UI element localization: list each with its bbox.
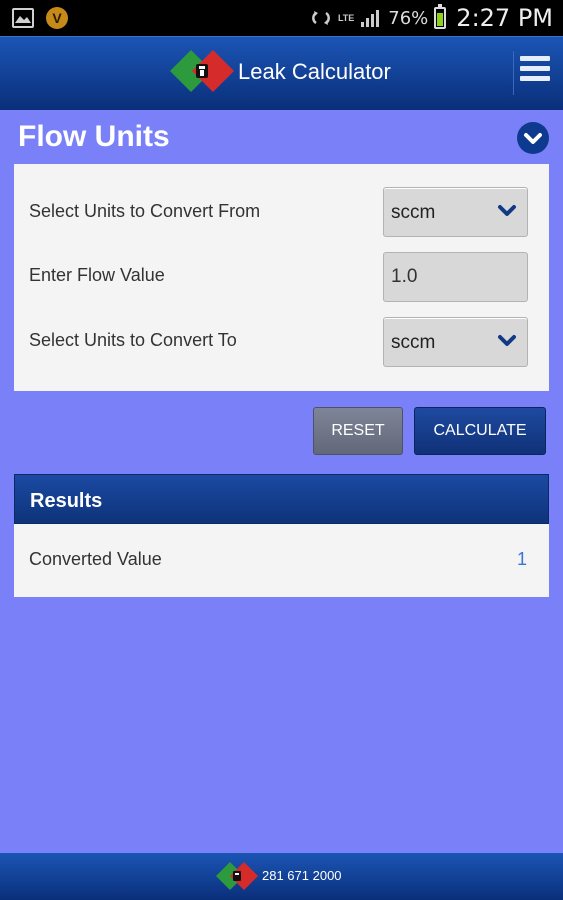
from-units-label: Select Units to Convert From <box>29 201 261 221</box>
collapse-button[interactable] <box>517 122 549 154</box>
flow-value-label: Enter Flow Value <box>29 265 165 285</box>
converted-value-label: Converted Value <box>29 549 162 569</box>
chevron-down-icon <box>498 205 516 216</box>
section-title: Flow Units <box>18 120 170 153</box>
menu-button[interactable] <box>513 51 550 95</box>
to-units-select[interactable]: sccm <box>383 317 528 367</box>
flow-value-input[interactable]: 1.0 <box>383 252 528 302</box>
results-title: Results <box>30 490 103 512</box>
app-notification-icon: V <box>46 7 68 29</box>
calculate-button[interactable]: CALCULATE <box>414 407 546 455</box>
app-title: Leak Calculator <box>238 59 391 84</box>
sync-icon <box>312 11 330 25</box>
menu-bar <box>520 66 550 71</box>
menu-bar <box>520 76 550 81</box>
clock: 2:27 PM <box>456 4 553 32</box>
footer-logo-icon <box>216 862 258 890</box>
reset-button[interactable]: RESET <box>313 407 403 455</box>
network-type: LTE <box>337 13 355 23</box>
results-panel: Results Converted Value 1 <box>14 474 549 597</box>
conversion-form: Select Units to Convert From sccm Enter … <box>14 164 549 391</box>
app-header: Leak Calculator <box>0 36 563 110</box>
to-units-value: sccm <box>391 332 436 353</box>
from-units-value: sccm <box>391 202 436 223</box>
app-logo-icon <box>170 50 234 92</box>
gallery-notification-icon <box>12 8 34 28</box>
chevron-down-icon <box>524 133 542 144</box>
section-header: Flow Units <box>0 110 563 164</box>
chevron-down-icon <box>498 335 516 346</box>
battery-percent: 76% <box>388 7 429 29</box>
to-units-label: Select Units to Convert To <box>29 330 237 350</box>
results-header: Results <box>14 474 549 524</box>
phone-number-link[interactable]: 281 671 2000 <box>262 868 342 883</box>
status-bar: V LTE 76% 2:27 PM <box>0 0 563 36</box>
signal-icon <box>361 10 380 27</box>
from-units-select[interactable]: sccm <box>383 187 528 237</box>
battery-icon <box>434 4 447 29</box>
menu-bar <box>520 56 550 61</box>
footer: 281 671 2000 <box>0 853 563 900</box>
converted-value: 1 <box>516 549 527 569</box>
